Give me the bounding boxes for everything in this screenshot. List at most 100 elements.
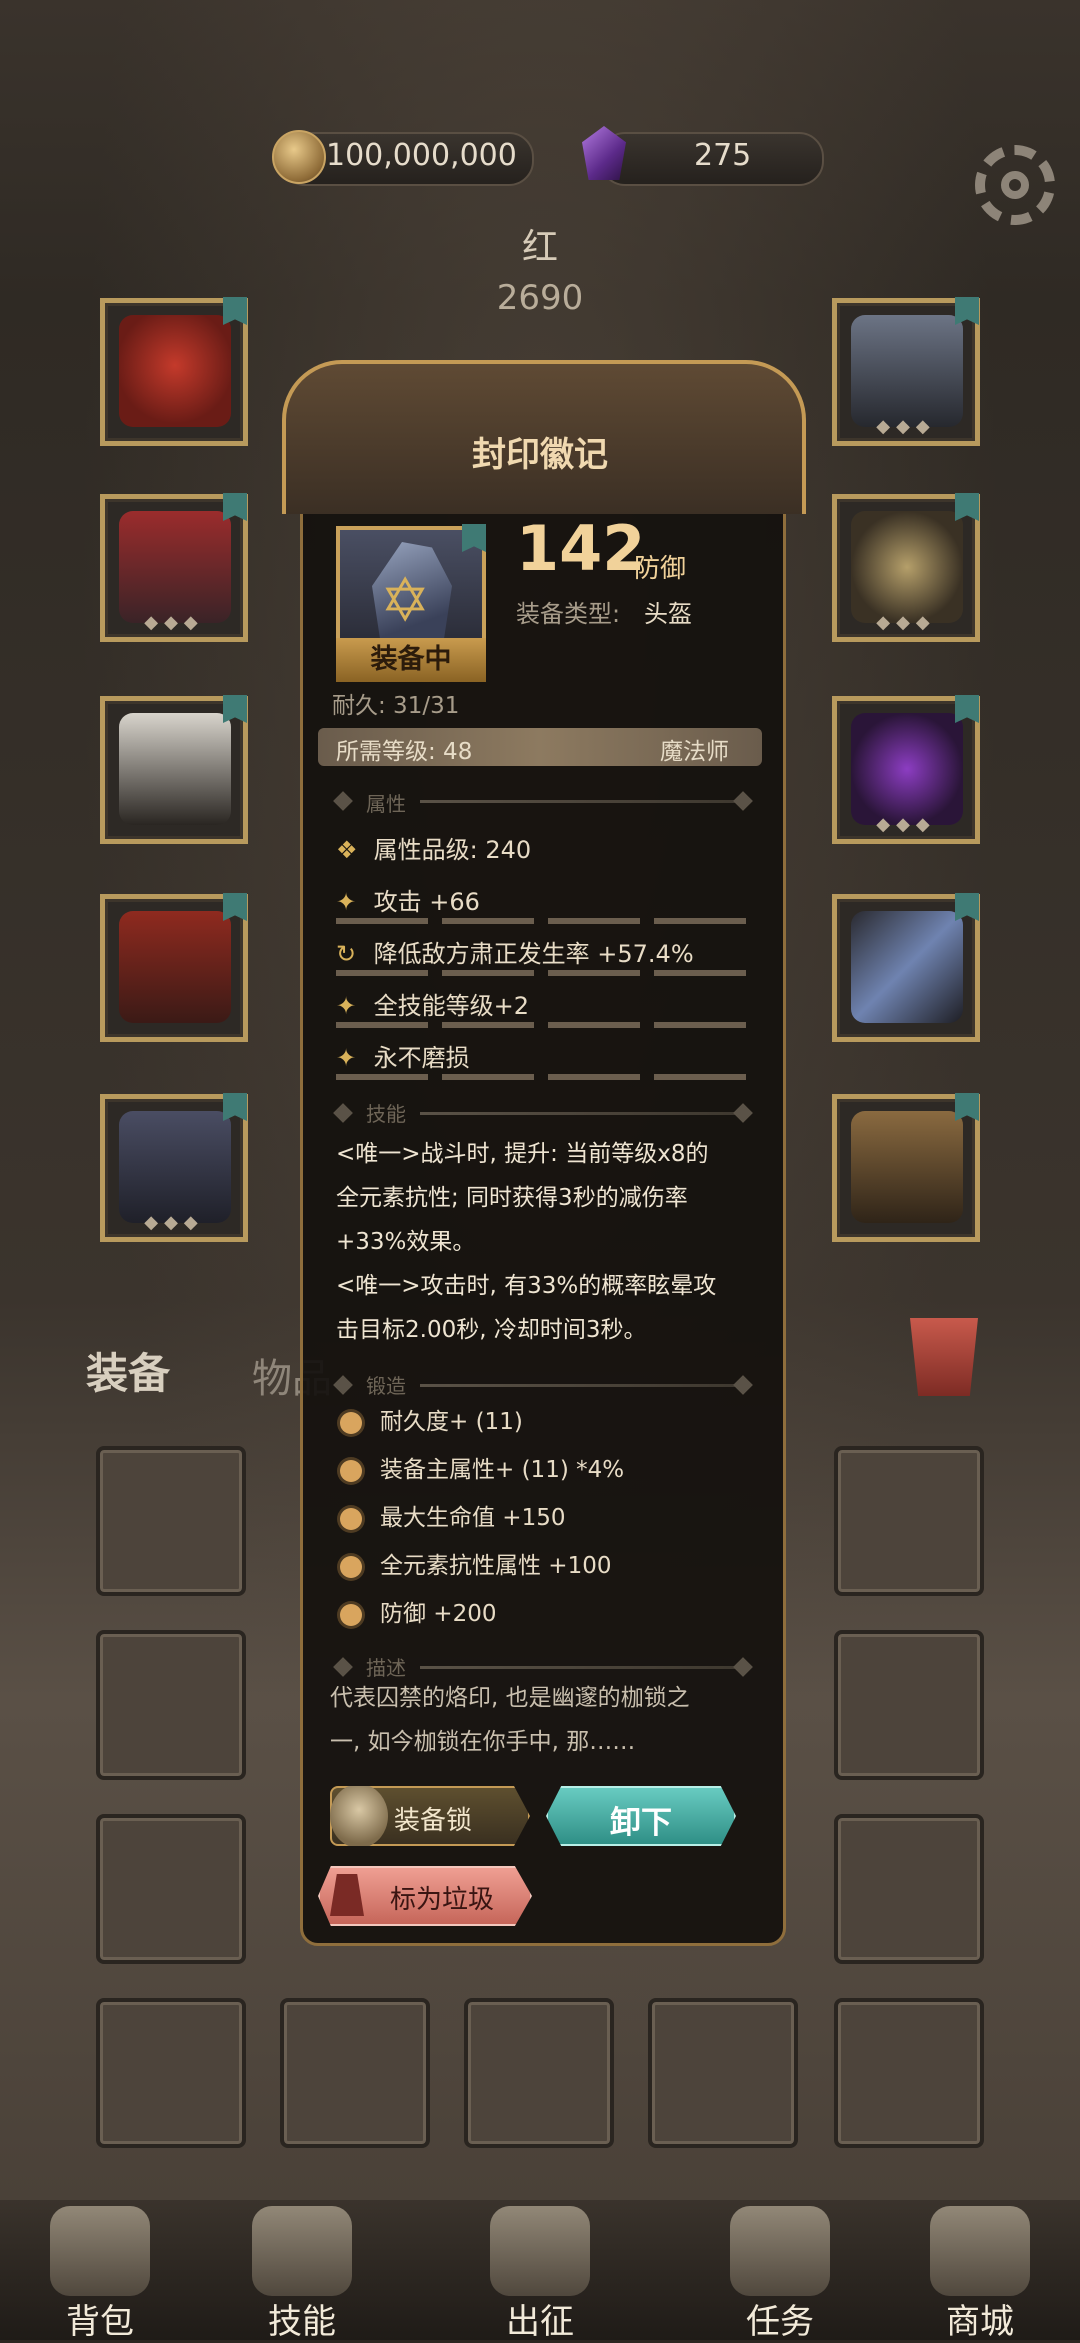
attribute-row: ↻ 降低敌方肃正发生率 +57.4% bbox=[336, 940, 694, 968]
attribute-bar bbox=[336, 1022, 756, 1028]
attribute-row: ✦ 全技能等级+2 bbox=[336, 992, 530, 1020]
necklace-icon bbox=[851, 315, 963, 427]
equip-slot-gloves[interactable] bbox=[100, 695, 248, 844]
attribute-rank: ❖ 属性品级: 240 bbox=[336, 836, 532, 864]
equip-slot-boots[interactable]: ◆◆◆ bbox=[100, 1093, 248, 1242]
rarity-diamonds-icon: ◆◆◆ bbox=[876, 416, 936, 437]
bag-cell[interactable] bbox=[834, 1630, 984, 1780]
item-title: 封印徽记 bbox=[472, 435, 608, 475]
shop-crown-icon bbox=[930, 2206, 1030, 2296]
gold-amount: 100,000,000 bbox=[326, 138, 517, 173]
equip-type-value: 头盔 bbox=[644, 600, 692, 628]
attribute-bar bbox=[336, 970, 756, 976]
skill-line: +33%效果。 bbox=[336, 1229, 476, 1255]
slot-tag-icon bbox=[462, 524, 486, 552]
slot-tag-icon bbox=[955, 695, 979, 723]
bag-cell[interactable] bbox=[648, 1998, 798, 2148]
attribute-row: ✦ 永不磨损 bbox=[336, 1044, 470, 1072]
gem-amount: 275 bbox=[694, 138, 752, 173]
bag-cell[interactable] bbox=[834, 1446, 984, 1596]
forge-dot-icon bbox=[340, 1507, 362, 1530]
section-divider bbox=[420, 800, 740, 803]
white-gauntlet-icon bbox=[119, 713, 231, 825]
attribute-bar bbox=[336, 918, 756, 924]
red-armor-icon bbox=[119, 511, 231, 623]
equip-slot-belt[interactable] bbox=[832, 1093, 980, 1242]
attribute-bar bbox=[336, 1074, 756, 1080]
nav-backpack[interactable]: 背包 bbox=[10, 2200, 190, 2342]
golden-ring-icon bbox=[851, 511, 963, 623]
equip-slot-armor[interactable]: ◆◆◆ bbox=[100, 493, 248, 642]
bag-cell[interactable] bbox=[464, 1998, 614, 2148]
description-line: 一, 如今枷锁在你手中, 那…… bbox=[330, 1729, 636, 1755]
equip-slot-accessory[interactable]: ◆◆◆ bbox=[832, 695, 980, 844]
skill-line: 全元素抗性; 同时获得3秒的减伤率 bbox=[336, 1185, 688, 1211]
equip-slot-pants[interactable] bbox=[100, 893, 248, 1042]
slot-tag-icon bbox=[955, 893, 979, 921]
equip-slot-cape[interactable] bbox=[100, 297, 248, 446]
equip-slot-necklace[interactable]: ◆◆◆ bbox=[832, 297, 980, 446]
equip-type-label: 装备类型: bbox=[516, 600, 621, 628]
trash-can-icon bbox=[330, 1874, 364, 1916]
section-attributes: 属性 bbox=[366, 792, 406, 816]
forge-row: 最大生命值 +150 bbox=[340, 1498, 565, 1532]
backpack-icon bbox=[50, 2206, 150, 2296]
slot-tag-icon bbox=[955, 1093, 979, 1121]
bag-cell[interactable] bbox=[834, 1998, 984, 2148]
sword-map-icon bbox=[490, 2206, 590, 2296]
settings-gear-icon[interactable] bbox=[975, 145, 1055, 225]
nav-expedition[interactable]: 出征 bbox=[450, 2200, 630, 2342]
forge-dot-icon bbox=[340, 1603, 362, 1626]
lock-equipment-button[interactable]: 装备锁 bbox=[330, 1786, 530, 1846]
trash-can-icon[interactable] bbox=[910, 1318, 978, 1396]
nav-quests[interactable]: 任务 bbox=[690, 2200, 870, 2342]
section-forge: 锻造 bbox=[366, 1374, 406, 1398]
attribute-row: ✦ 攻击 +66 bbox=[336, 888, 480, 916]
equip-slot-weapon[interactable] bbox=[832, 893, 980, 1042]
hero-name: 红 bbox=[521, 227, 558, 268]
bag-cell[interactable] bbox=[280, 1998, 430, 2148]
bag-cell[interactable] bbox=[96, 1446, 246, 1596]
skill-line: <唯一>战斗时, 提升: 当前等级x8的 bbox=[336, 1141, 709, 1167]
slot-tag-icon bbox=[223, 893, 247, 921]
section-divider bbox=[420, 1112, 740, 1115]
forge-row: 防御 +200 bbox=[340, 1594, 496, 1628]
slot-tag-icon bbox=[223, 1093, 247, 1121]
unequip-button[interactable]: 卸下 bbox=[546, 1786, 736, 1846]
tab-equipment[interactable]: 装备 bbox=[86, 1340, 170, 1401]
forge-dot-icon bbox=[340, 1411, 362, 1434]
section-divider bbox=[420, 1666, 740, 1669]
slot-tag-icon bbox=[955, 297, 979, 325]
required-class: 魔法师 bbox=[660, 739, 729, 765]
nav-skills[interactable]: 技能 bbox=[212, 2200, 392, 2342]
hexagram-icon: ✡ bbox=[380, 566, 431, 636]
section-divider bbox=[420, 1384, 740, 1387]
bag-cell[interactable] bbox=[834, 1814, 984, 1964]
forge-dot-icon bbox=[340, 1459, 362, 1482]
section-skills: 技能 bbox=[366, 1102, 406, 1126]
slot-tag-icon bbox=[223, 297, 247, 325]
durability: 耐久: 31/31 bbox=[332, 693, 460, 719]
slot-tag-icon bbox=[955, 493, 979, 521]
main-stat-name: 防御 bbox=[634, 554, 687, 584]
rarity-diamonds-icon: ◆◆◆ bbox=[876, 612, 936, 633]
gold-coin-icon bbox=[272, 130, 326, 184]
nav-shop[interactable]: 商城 bbox=[890, 2200, 1070, 2342]
potion-belt-icon bbox=[851, 1111, 963, 1223]
forge-row: 耐久度+ (11) bbox=[340, 1402, 523, 1436]
equip-slot-ring[interactable]: ◆◆◆ bbox=[832, 493, 980, 642]
mark-junk-button[interactable]: 标为垃圾 bbox=[318, 1866, 532, 1926]
sparkle-icon: ✦ bbox=[336, 992, 357, 1020]
red-pants-icon bbox=[119, 911, 231, 1023]
rank-icon: ❖ bbox=[336, 836, 358, 864]
sparkle-icon: ✦ bbox=[336, 1044, 357, 1072]
bag-cell[interactable] bbox=[96, 1998, 246, 2148]
sparkle-icon: ✦ bbox=[336, 888, 357, 916]
padlock-icon bbox=[330, 1786, 388, 1846]
forge-row: 装备主属性+ (11) *4% bbox=[340, 1450, 624, 1484]
bag-cell[interactable] bbox=[96, 1630, 246, 1780]
forge-row: 全元素抗性属性 +100 bbox=[340, 1546, 611, 1580]
quest-horn-icon bbox=[730, 2206, 830, 2296]
blue-blade-icon bbox=[851, 911, 963, 1023]
bag-cell[interactable] bbox=[96, 1814, 246, 1964]
